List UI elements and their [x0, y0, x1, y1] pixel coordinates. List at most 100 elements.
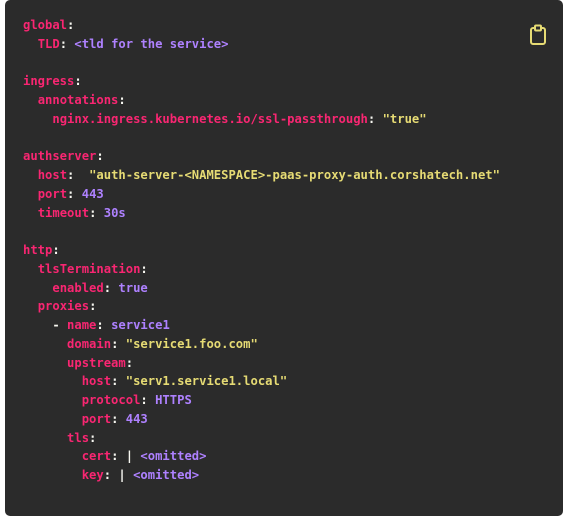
code-line: key: | <omitted>: [23, 466, 500, 485]
yaml-value: 443: [81, 186, 104, 201]
yaml-key: port: [81, 411, 112, 426]
yaml-value: "serv1.service1.local": [125, 374, 288, 389]
yaml-value: <omitted>: [140, 449, 207, 464]
code-indent: -: [23, 318, 68, 332]
code-line: host: "auth-server-<NAMESPACE>-paas-prox…: [23, 166, 500, 185]
yaml-key: global: [23, 18, 68, 32]
code-content: global: TLD: <tld for the service> ingres…: [23, 16, 500, 485]
yaml-key: host: [81, 374, 112, 389]
code-line: ingress:: [23, 72, 500, 91]
yaml-key: enabled: [52, 280, 104, 295]
code-line: timeout: 30s: [23, 204, 500, 223]
yaml-key: protocol: [81, 393, 141, 407]
code-line: TLD: <tld for the service>: [23, 35, 500, 54]
yaml-key: TLD: [37, 36, 60, 51]
yaml-key: tlsTermination: [37, 261, 141, 276]
code-line: cert: | <omitted>: [23, 447, 500, 466]
code-line: global:: [23, 16, 500, 35]
yaml-separator: :: [111, 411, 126, 426]
code-line: - name: service1: [23, 316, 500, 335]
yaml-separator: : |: [111, 449, 141, 464]
code-line: tls:: [23, 429, 500, 448]
code-line: upstream:: [23, 354, 500, 373]
yaml-key: name: [67, 318, 97, 332]
yaml-separator: :: [96, 149, 104, 164]
yaml-value: HTTPS: [155, 393, 192, 407]
yaml-separator: :: [103, 280, 119, 295]
yaml-key: host: [37, 168, 68, 182]
code-line: enabled: true: [23, 279, 500, 298]
yaml-separator: :: [89, 299, 97, 314]
yaml-separator: :: [118, 93, 126, 107]
yaml-separator: :: [52, 243, 60, 257]
yaml-value: "auth-server-<NAMESPACE>-paas-proxy-auth…: [89, 168, 500, 182]
yaml-separator: :: [74, 74, 82, 89]
yaml-key: cert: [81, 449, 112, 464]
yaml-separator: :: [89, 205, 104, 220]
yaml-key: timeout: [37, 205, 90, 220]
code-line: tlsTermination:: [23, 260, 500, 279]
yaml-separator: : |: [103, 468, 134, 482]
yaml-value: <tld for the service>: [74, 36, 229, 51]
yaml-key: key: [81, 468, 104, 482]
yaml-value: "true": [382, 111, 427, 126]
yaml-key: proxies: [37, 299, 90, 314]
yaml-value: 443: [125, 411, 148, 426]
code-block: global: TLD: <tld for the service> ingres…: [5, 0, 563, 516]
yaml-key: port: [37, 186, 68, 201]
code-line: host: "serv1.service1.local": [23, 372, 500, 391]
yaml-key: http: [23, 243, 53, 257]
yaml-separator: :: [125, 355, 134, 370]
code-line: port: 443: [23, 410, 500, 429]
code-line: http:: [23, 241, 500, 260]
code-line: nginx.ingress.kubernetes.io/ssl-passthro…: [23, 110, 500, 129]
yaml-key: upstream: [67, 355, 126, 370]
code-line: domain: "service1.foo.com": [23, 335, 500, 354]
yaml-separator: :: [67, 186, 82, 201]
yaml-separator: :: [59, 36, 75, 51]
yaml-key: annotations: [37, 93, 119, 107]
yaml-value: true: [118, 280, 148, 295]
yaml-key: domain: [67, 336, 112, 351]
yaml-separator: :: [111, 336, 126, 351]
yaml-value: service1: [111, 318, 170, 332]
yaml-key: nginx.ingress.kubernetes.io/ssl-passthro…: [52, 111, 368, 126]
code-line: proxies:: [23, 297, 500, 316]
code-line: port: 443: [23, 185, 500, 204]
yaml-value: <omitted>: [133, 468, 200, 482]
yaml-separator: :: [67, 168, 90, 182]
yaml-separator: :: [140, 393, 156, 407]
yaml-separator: :: [89, 430, 97, 445]
code-line: annotations:: [23, 91, 500, 110]
code-line: authserver:: [23, 147, 500, 166]
yaml-key: ingress: [23, 74, 75, 89]
yaml-separator: :: [111, 374, 126, 389]
copy-button[interactable]: [529, 24, 547, 46]
yaml-key: authserver: [23, 149, 97, 164]
yaml-value: "service1.foo.com": [125, 336, 258, 351]
yaml-separator: :: [367, 111, 383, 126]
yaml-separator: :: [67, 18, 75, 32]
clipboard-icon: [530, 24, 546, 45]
yaml-value: 30s: [103, 205, 126, 220]
